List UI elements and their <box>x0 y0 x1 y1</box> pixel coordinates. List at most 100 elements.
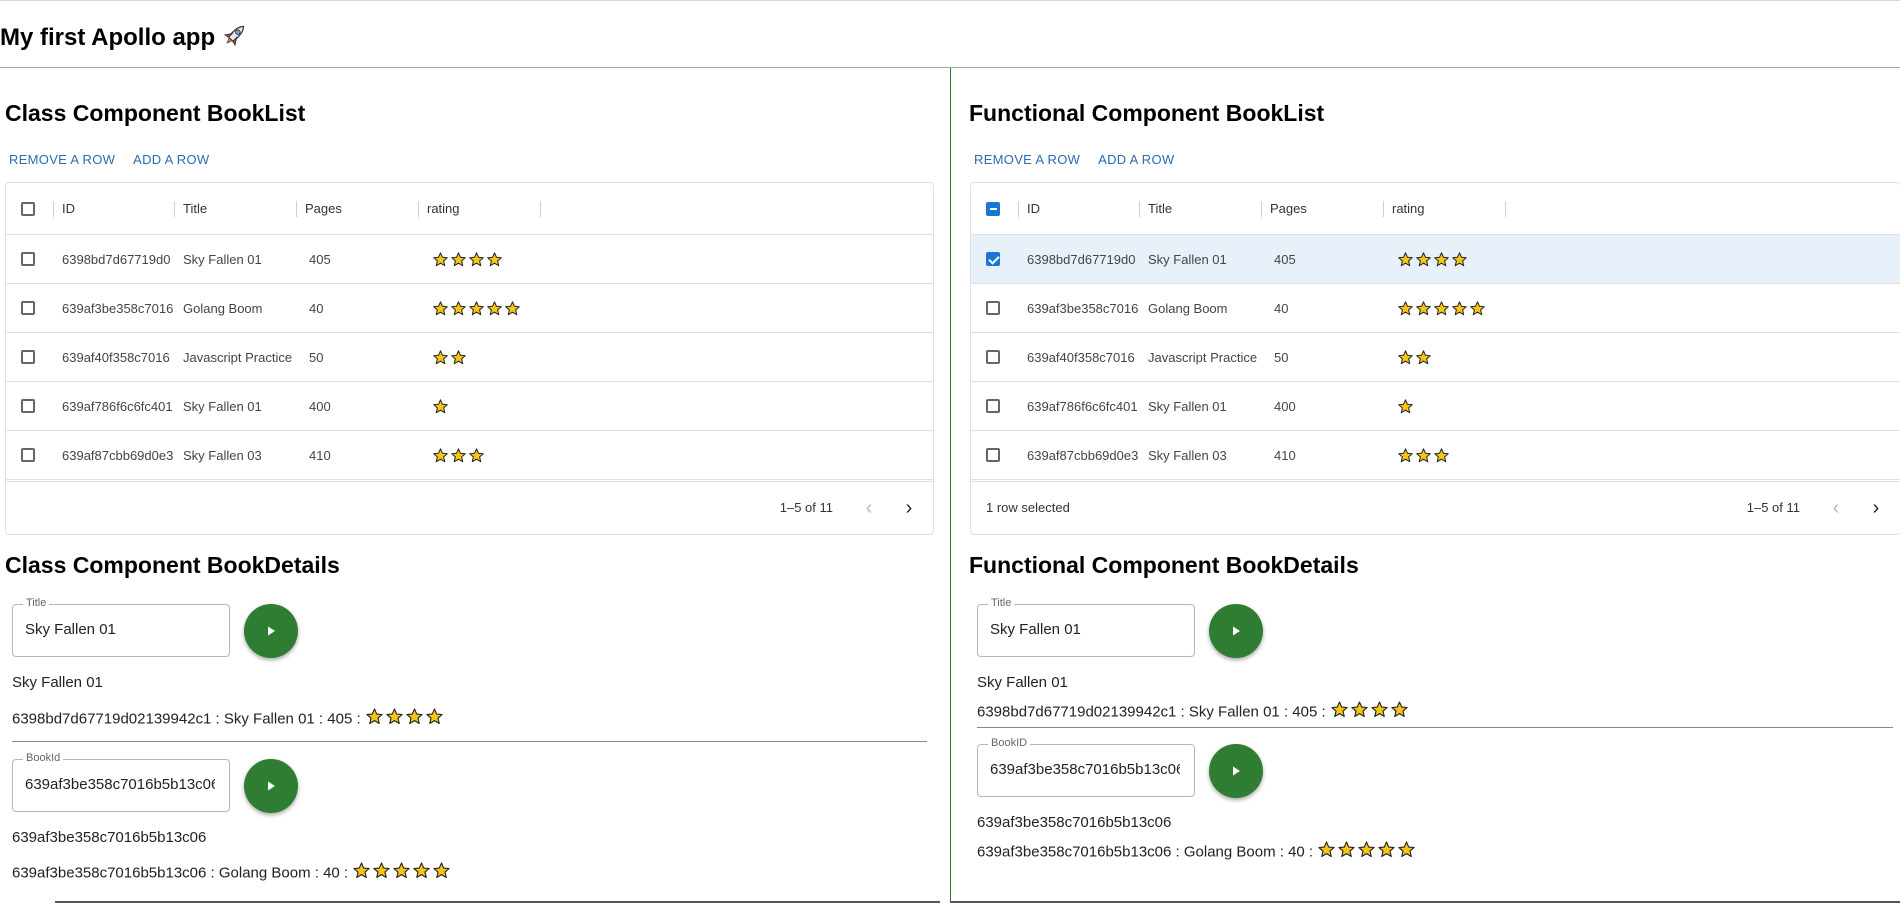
cell-pages[interactable]: 410 <box>309 431 331 479</box>
search-bookid-button[interactable] <box>244 759 298 813</box>
cell-title[interactable]: Sky Fallen 01 <box>183 382 298 430</box>
column-separator[interactable] <box>1261 201 1262 217</box>
cell-rating[interactable] <box>432 382 450 430</box>
title-input[interactable] <box>990 621 1180 638</box>
column-header-title[interactable]: Title <box>183 183 207 234</box>
row-checkbox[interactable] <box>986 301 1000 315</box>
cell-id[interactable]: 639af40f358c7016 <box>1027 333 1142 381</box>
table-row[interactable]: 639af87cbb69d0e3 Sky Fallen 03 410 <box>6 431 933 480</box>
cell-title[interactable]: Sky Fallen 01 <box>1148 235 1263 283</box>
select-all-checkbox[interactable] <box>986 201 1000 216</box>
row-checkbox[interactable] <box>21 301 35 315</box>
table-row[interactable]: 639af87cbb69d0e3 Sky Fallen 03 410 <box>971 431 1900 480</box>
search-bookid-button[interactable] <box>1209 744 1263 798</box>
cell-id[interactable]: 639af786f6c6fc401 <box>62 382 177 430</box>
cell-rating[interactable] <box>1397 431 1451 479</box>
column-separator[interactable] <box>418 201 419 217</box>
cell-pages[interactable]: 410 <box>1274 431 1296 479</box>
column-header-id[interactable]: ID <box>1027 183 1040 234</box>
cell-pages[interactable]: 405 <box>1274 235 1296 283</box>
row-checkbox[interactable] <box>21 399 35 413</box>
table-row[interactable]: 639af40f358c7016 Javascript Practice 50 <box>971 333 1900 382</box>
cell-rating[interactable] <box>1397 284 1487 332</box>
column-separator[interactable] <box>1018 201 1019 217</box>
column-separator[interactable] <box>174 201 175 217</box>
cell-title[interactable]: Golang Boom <box>183 284 298 332</box>
cell-title[interactable]: Golang Boom <box>1148 284 1263 332</box>
column-separator[interactable] <box>1139 201 1140 217</box>
cell-title[interactable]: Sky Fallen 03 <box>1148 431 1263 479</box>
cell-rating[interactable] <box>1397 382 1415 430</box>
cell-rating[interactable] <box>1397 333 1433 381</box>
chevron-left-icon[interactable]: ‹ <box>857 496 881 520</box>
add-row-button[interactable]: ADD A ROW <box>133 152 209 167</box>
row-checkbox[interactable] <box>986 252 1000 266</box>
bookid-field[interactable]: BookId <box>12 752 230 812</box>
table-row[interactable]: 639af786f6c6fc401 Sky Fallen 01 400 <box>971 382 1900 431</box>
cell-id[interactable]: 639af3be358c7016 <box>1027 284 1142 332</box>
cell-id[interactable]: 639af40f358c7016 <box>62 333 177 381</box>
cell-title[interactable]: Javascript Practice <box>183 333 298 381</box>
cell-pages[interactable]: 40 <box>309 284 323 332</box>
cell-title[interactable]: Sky Fallen 01 <box>183 235 298 283</box>
column-header-rating[interactable]: rating <box>1392 183 1425 234</box>
cell-pages[interactable]: 400 <box>309 382 331 430</box>
column-header-pages[interactable]: Pages <box>1270 183 1307 234</box>
chevron-right-icon[interactable]: › <box>897 496 921 520</box>
cell-title[interactable]: Sky Fallen 01 <box>1148 382 1263 430</box>
column-header-title[interactable]: Title <box>1148 183 1172 234</box>
column-separator[interactable] <box>1383 201 1384 217</box>
search-title-button[interactable] <box>1209 604 1263 658</box>
cell-id[interactable]: 639af3be358c7016 <box>62 284 177 332</box>
cell-pages[interactable]: 50 <box>309 333 323 381</box>
chevron-left-icon[interactable]: ‹ <box>1824 496 1848 520</box>
remove-row-button[interactable]: REMOVE A ROW <box>974 152 1080 167</box>
cell-rating[interactable] <box>1397 235 1469 283</box>
title-field[interactable]: Title <box>12 597 230 657</box>
cell-id[interactable]: 6398bd7d67719d0 <box>62 235 177 283</box>
table-row[interactable]: 6398bd7d67719d0 Sky Fallen 01 405 <box>6 235 933 284</box>
table-row[interactable]: 639af3be358c7016 Golang Boom 40 <box>971 284 1900 333</box>
cell-pages[interactable]: 40 <box>1274 284 1288 332</box>
row-checkbox[interactable] <box>986 350 1000 364</box>
add-row-button[interactable]: ADD A ROW <box>1098 152 1174 167</box>
table-row[interactable]: 639af786f6c6fc401 Sky Fallen 01 400 <box>6 382 933 431</box>
column-separator[interactable] <box>540 201 541 217</box>
select-all-checkbox[interactable] <box>21 201 35 216</box>
bookid-input[interactable] <box>25 776 215 793</box>
bookid-input[interactable] <box>990 761 1180 778</box>
column-header-pages[interactable]: Pages <box>305 183 342 234</box>
title-input[interactable] <box>25 621 215 638</box>
chevron-right-icon[interactable]: › <box>1864 496 1888 520</box>
row-checkbox[interactable] <box>986 399 1000 413</box>
cell-rating[interactable] <box>432 235 504 283</box>
table-row[interactable]: 639af40f358c7016 Javascript Practice 50 <box>6 333 933 382</box>
table-row[interactable]: 639af3be358c7016 Golang Boom 40 <box>6 284 933 333</box>
row-checkbox[interactable] <box>986 448 1000 462</box>
bookid-field[interactable]: BookID <box>977 737 1195 797</box>
remove-row-button[interactable]: REMOVE A ROW <box>9 152 115 167</box>
column-separator[interactable] <box>1505 201 1506 217</box>
cell-pages[interactable]: 50 <box>1274 333 1288 381</box>
row-checkbox[interactable] <box>21 448 35 462</box>
cell-id[interactable]: 6398bd7d67719d0 <box>1027 235 1142 283</box>
column-header-rating[interactable]: rating <box>427 183 460 234</box>
column-separator[interactable] <box>296 201 297 217</box>
cell-rating[interactable] <box>432 431 486 479</box>
cell-title[interactable]: Javascript Practice <box>1148 333 1263 381</box>
table-row[interactable]: 6398bd7d67719d0 Sky Fallen 01 405 <box>971 235 1900 284</box>
search-title-button[interactable] <box>244 604 298 658</box>
cell-title[interactable]: Sky Fallen 03 <box>183 431 298 479</box>
cell-id[interactable]: 639af87cbb69d0e3 <box>1027 431 1142 479</box>
cell-rating[interactable] <box>432 284 522 332</box>
cell-pages[interactable]: 405 <box>309 235 331 283</box>
column-separator[interactable] <box>53 201 54 217</box>
row-checkbox[interactable] <box>21 350 35 364</box>
column-header-id[interactable]: ID <box>62 183 75 234</box>
cell-id[interactable]: 639af87cbb69d0e3 <box>62 431 177 479</box>
cell-rating[interactable] <box>432 333 468 381</box>
title-field[interactable]: Title <box>977 597 1195 657</box>
row-checkbox[interactable] <box>21 252 35 266</box>
cell-id[interactable]: 639af786f6c6fc401 <box>1027 382 1142 430</box>
cell-pages[interactable]: 400 <box>1274 382 1296 430</box>
